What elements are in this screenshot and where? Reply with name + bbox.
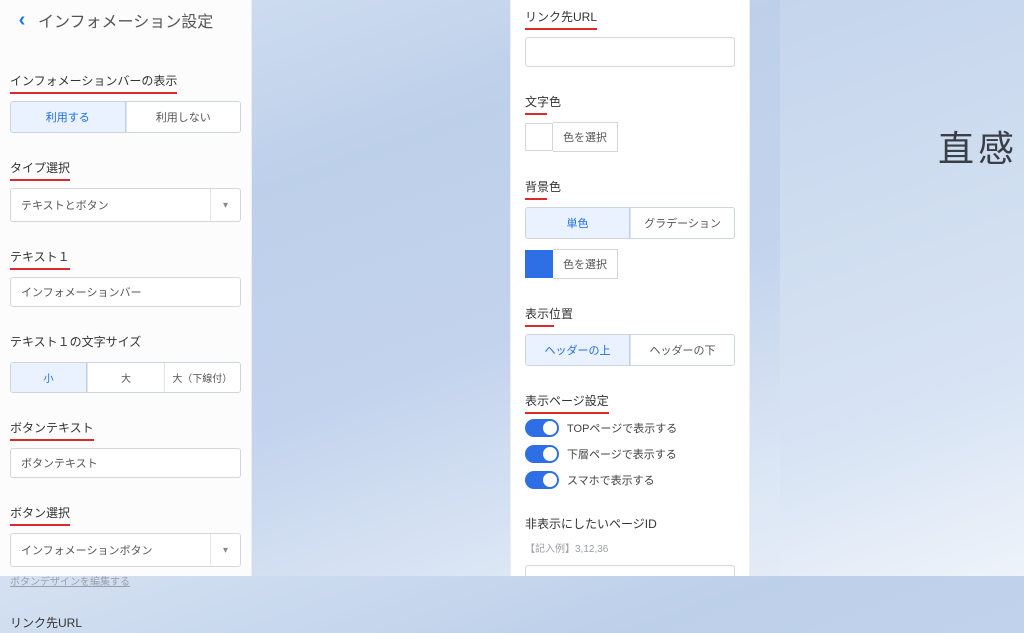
bgcolor-gradient-button[interactable]: グラデーション	[630, 208, 734, 238]
section-type: タイプ選択 テキストとボタン ▾	[8, 159, 243, 222]
button-select[interactable]: インフォメーションボタン ▾	[10, 533, 241, 567]
type-select[interactable]: テキストとボタン ▾	[10, 188, 241, 222]
toggle-sp-label: スマホで表示する	[567, 472, 655, 488]
chevron-down-icon: ▾	[210, 534, 240, 566]
textcolor-pick-button[interactable]: 色を選択	[553, 122, 618, 152]
section-linkurl-left: リンク先URL	[8, 614, 243, 633]
section-text1-size: テキスト１の文字サイズ 小 大 大（下線付）	[8, 333, 243, 393]
panel-title: インフォメーション設定	[38, 8, 213, 32]
edit-button-design-link[interactable]: ボタンデザインを編集する	[10, 573, 241, 588]
label-hidepages: 非表示にしたいページID	[525, 515, 657, 534]
toggle-row-top: TOPページで表示する	[525, 419, 735, 437]
size-large-button[interactable]: 大	[87, 363, 163, 392]
bgcolor-row: 色を選択	[525, 249, 735, 279]
label-linkurl-left: リンク先URL	[10, 614, 82, 633]
settings-panel-middle: リンク先URL 文字色 色を選択 背景色 単色 グラデーション 色を選択 表示位…	[510, 0, 750, 576]
section-btnselect: ボタン選択 インフォメーションボタン ▾ ボタンデザインを編集する	[8, 504, 243, 588]
label-pagesettings: 表示ページ設定	[525, 392, 609, 411]
preview-hero-text: 直感	[938, 120, 1018, 172]
label-type: タイプ選択	[10, 159, 70, 178]
bgcolor-solid-button[interactable]: 単色	[526, 208, 630, 238]
section-linkurl: リンク先URL	[525, 8, 735, 67]
label-btntext: ボタンテキスト	[10, 419, 94, 438]
toggle-sp[interactable]	[525, 471, 559, 489]
segmented-bgcolor: 単色 グラデーション	[525, 207, 735, 239]
bgcolor-swatch[interactable]	[525, 250, 553, 278]
label-linkurl: リンク先URL	[525, 8, 597, 27]
panel-header: ‹ インフォメーション設定	[8, 0, 243, 40]
preview-pane: 直感	[780, 0, 1024, 576]
bgcolor-pick-button[interactable]: 色を選択	[553, 249, 618, 279]
position-below-button[interactable]: ヘッダーの下	[630, 335, 734, 365]
label-text1-size: テキスト１の文字サイズ	[10, 333, 141, 352]
display-on-button[interactable]: 利用する	[11, 102, 126, 132]
section-bgcolor: 背景色 単色 グラデーション 色を選択	[525, 178, 735, 279]
display-off-button[interactable]: 利用しない	[126, 102, 241, 132]
segmented-display: 利用する 利用しない	[10, 101, 241, 133]
toggle-sub-label: 下層ページで表示する	[567, 446, 677, 462]
settings-panel-left: ‹ インフォメーション設定 インフォメーションバーの表示 利用する 利用しない …	[0, 0, 252, 576]
chevron-down-icon: ▾	[210, 189, 240, 221]
section-textcolor: 文字色 色を選択	[525, 93, 735, 152]
type-selected-value: テキストとボタン	[11, 189, 210, 221]
toggle-top-label: TOPページで表示する	[567, 420, 677, 436]
hidepages-example: 【記入例】3,12,36	[525, 540, 735, 555]
label-btnselect: ボタン選択	[10, 504, 70, 523]
label-position: 表示位置	[525, 305, 573, 324]
toggle-top[interactable]	[525, 419, 559, 437]
section-pagesettings: 表示ページ設定 TOPページで表示する 下層ページで表示する スマホで表示する	[525, 392, 735, 489]
toggle-sub[interactable]	[525, 445, 559, 463]
hidepages-input[interactable]	[525, 565, 735, 576]
textcolor-row: 色を選択	[525, 122, 735, 152]
toggle-row-sub: 下層ページで表示する	[525, 445, 735, 463]
segmented-position: ヘッダーの上 ヘッダーの下	[525, 334, 735, 366]
size-small-button[interactable]: 小	[11, 363, 87, 392]
label-textcolor: 文字色	[525, 93, 561, 112]
section-text1: テキスト１	[8, 248, 243, 307]
textcolor-swatch[interactable]	[525, 123, 553, 151]
position-above-button[interactable]: ヘッダーの上	[526, 335, 630, 365]
section-position: 表示位置 ヘッダーの上 ヘッダーの下	[525, 305, 735, 366]
linkurl-input[interactable]	[525, 37, 735, 67]
section-hidepages: 非表示にしたいページID 【記入例】3,12,36	[525, 515, 735, 576]
toggle-row-sp: スマホで表示する	[525, 471, 735, 489]
section-display: インフォメーションバーの表示 利用する 利用しない	[8, 72, 243, 133]
segmented-text1-size: 小 大 大（下線付）	[10, 362, 241, 393]
size-large-underline-button[interactable]: 大（下線付）	[164, 363, 240, 392]
back-chevron-icon[interactable]: ‹	[10, 8, 34, 32]
section-btntext: ボタンテキスト	[8, 419, 243, 478]
label-bgcolor: 背景色	[525, 178, 561, 197]
label-display: インフォメーションバーの表示	[10, 72, 177, 91]
button-selected-value: インフォメーションボタン	[11, 534, 210, 566]
btntext-input[interactable]	[10, 448, 241, 478]
label-text1: テキスト１	[10, 248, 70, 267]
text1-input[interactable]	[10, 277, 241, 307]
